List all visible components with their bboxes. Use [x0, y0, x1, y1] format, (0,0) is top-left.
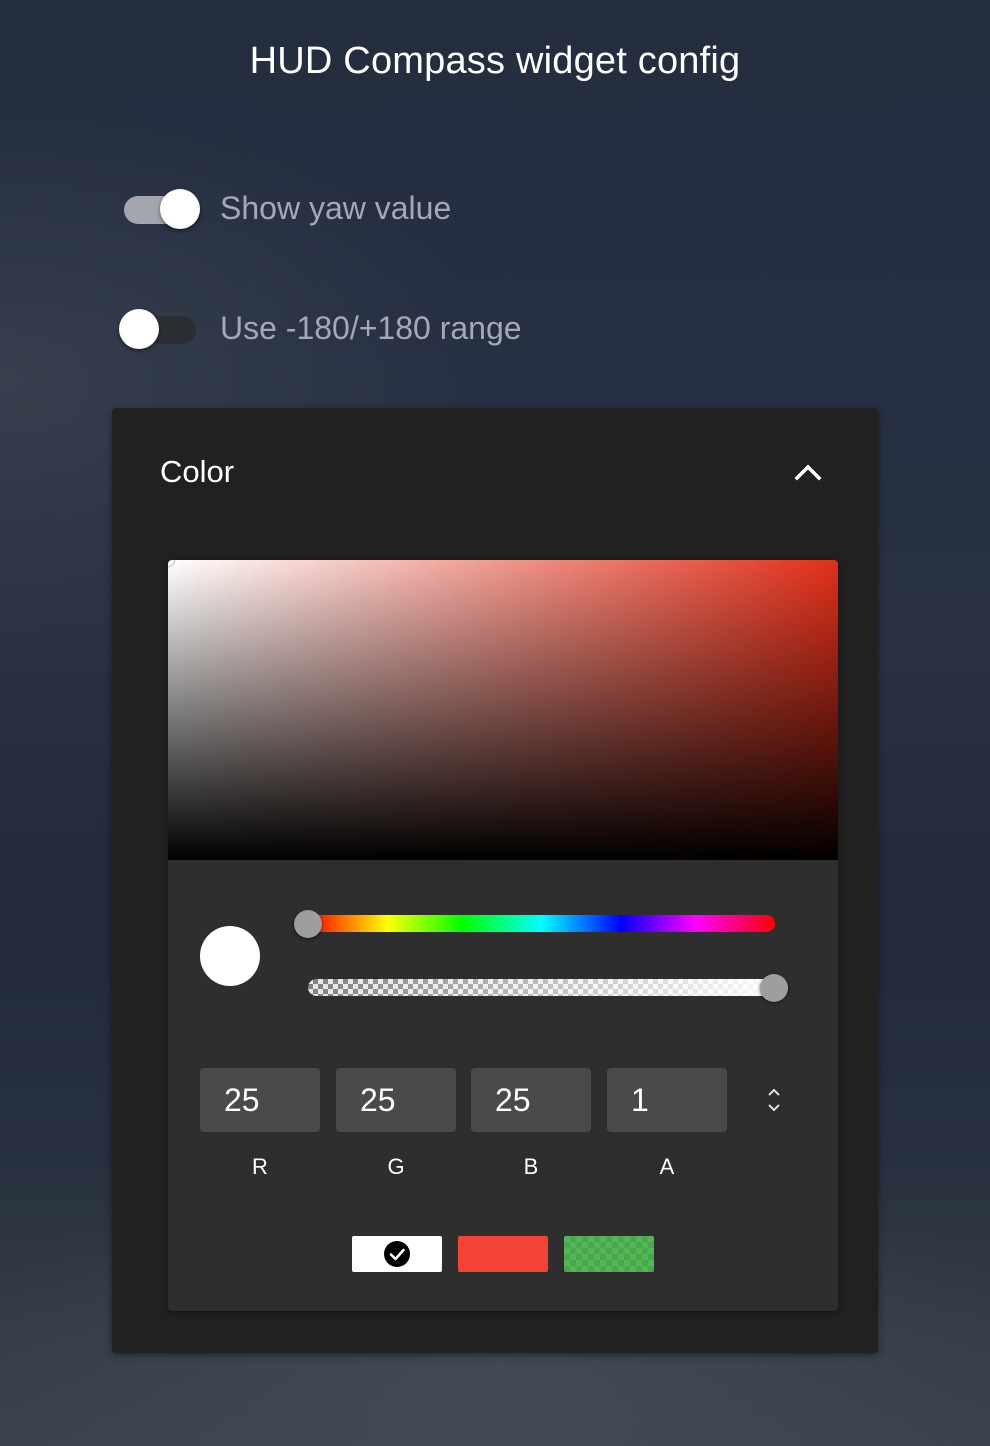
saturation-value-area[interactable]: [168, 560, 838, 860]
channel-g: G: [336, 1068, 456, 1180]
channel-r: R: [200, 1068, 320, 1180]
blue-input[interactable]: [471, 1068, 591, 1132]
toggle-thumb: [119, 309, 159, 349]
show-yaw-toggle[interactable]: [118, 186, 202, 230]
color-panel: Color R G B A: [112, 408, 878, 1353]
current-color-swatch: [200, 926, 260, 986]
color-picker: R G B A: [168, 560, 838, 1311]
alpha-label: A: [659, 1154, 675, 1179]
unfold-icon: [768, 1088, 780, 1112]
range-toggle[interactable]: [118, 306, 202, 350]
channel-b: B: [471, 1068, 591, 1180]
color-panel-title: Color: [160, 454, 235, 489]
toggle-thumb: [160, 189, 200, 229]
range-label: Use -180/+180 range: [220, 309, 522, 346]
collapse-button[interactable]: [788, 452, 828, 492]
blue-label: B: [523, 1154, 539, 1179]
chevron-up-icon: [794, 464, 822, 481]
preset-swatch-green[interactable]: [564, 1236, 654, 1272]
preset-swatch-red[interactable]: [458, 1236, 548, 1272]
saturation-value-cursor[interactable]: [168, 560, 174, 566]
toggle-row-range: Use -180/+180 range: [118, 298, 522, 358]
red-input[interactable]: [200, 1068, 320, 1132]
alpha-slider-thumb[interactable]: [760, 974, 788, 1002]
check-circle-icon: [384, 1241, 410, 1267]
green-input[interactable]: [336, 1068, 456, 1132]
alpha-input[interactable]: [607, 1068, 727, 1132]
green-label: G: [387, 1154, 405, 1179]
show-yaw-label: Show yaw value: [220, 189, 452, 226]
alpha-slider[interactable]: [308, 974, 788, 1002]
hue-slider[interactable]: [294, 910, 775, 938]
toggle-row-show-yaw: Show yaw value: [118, 178, 451, 238]
color-mode-toggle-button[interactable]: [758, 1082, 790, 1118]
red-label: R: [252, 1154, 268, 1179]
preset-swatch-white[interactable]: [352, 1236, 442, 1272]
hue-slider-thumb[interactable]: [294, 910, 322, 938]
color-panel-header[interactable]: Color: [112, 408, 878, 538]
channel-a: A: [607, 1068, 727, 1180]
page-title: HUD Compass widget config: [249, 40, 741, 82]
